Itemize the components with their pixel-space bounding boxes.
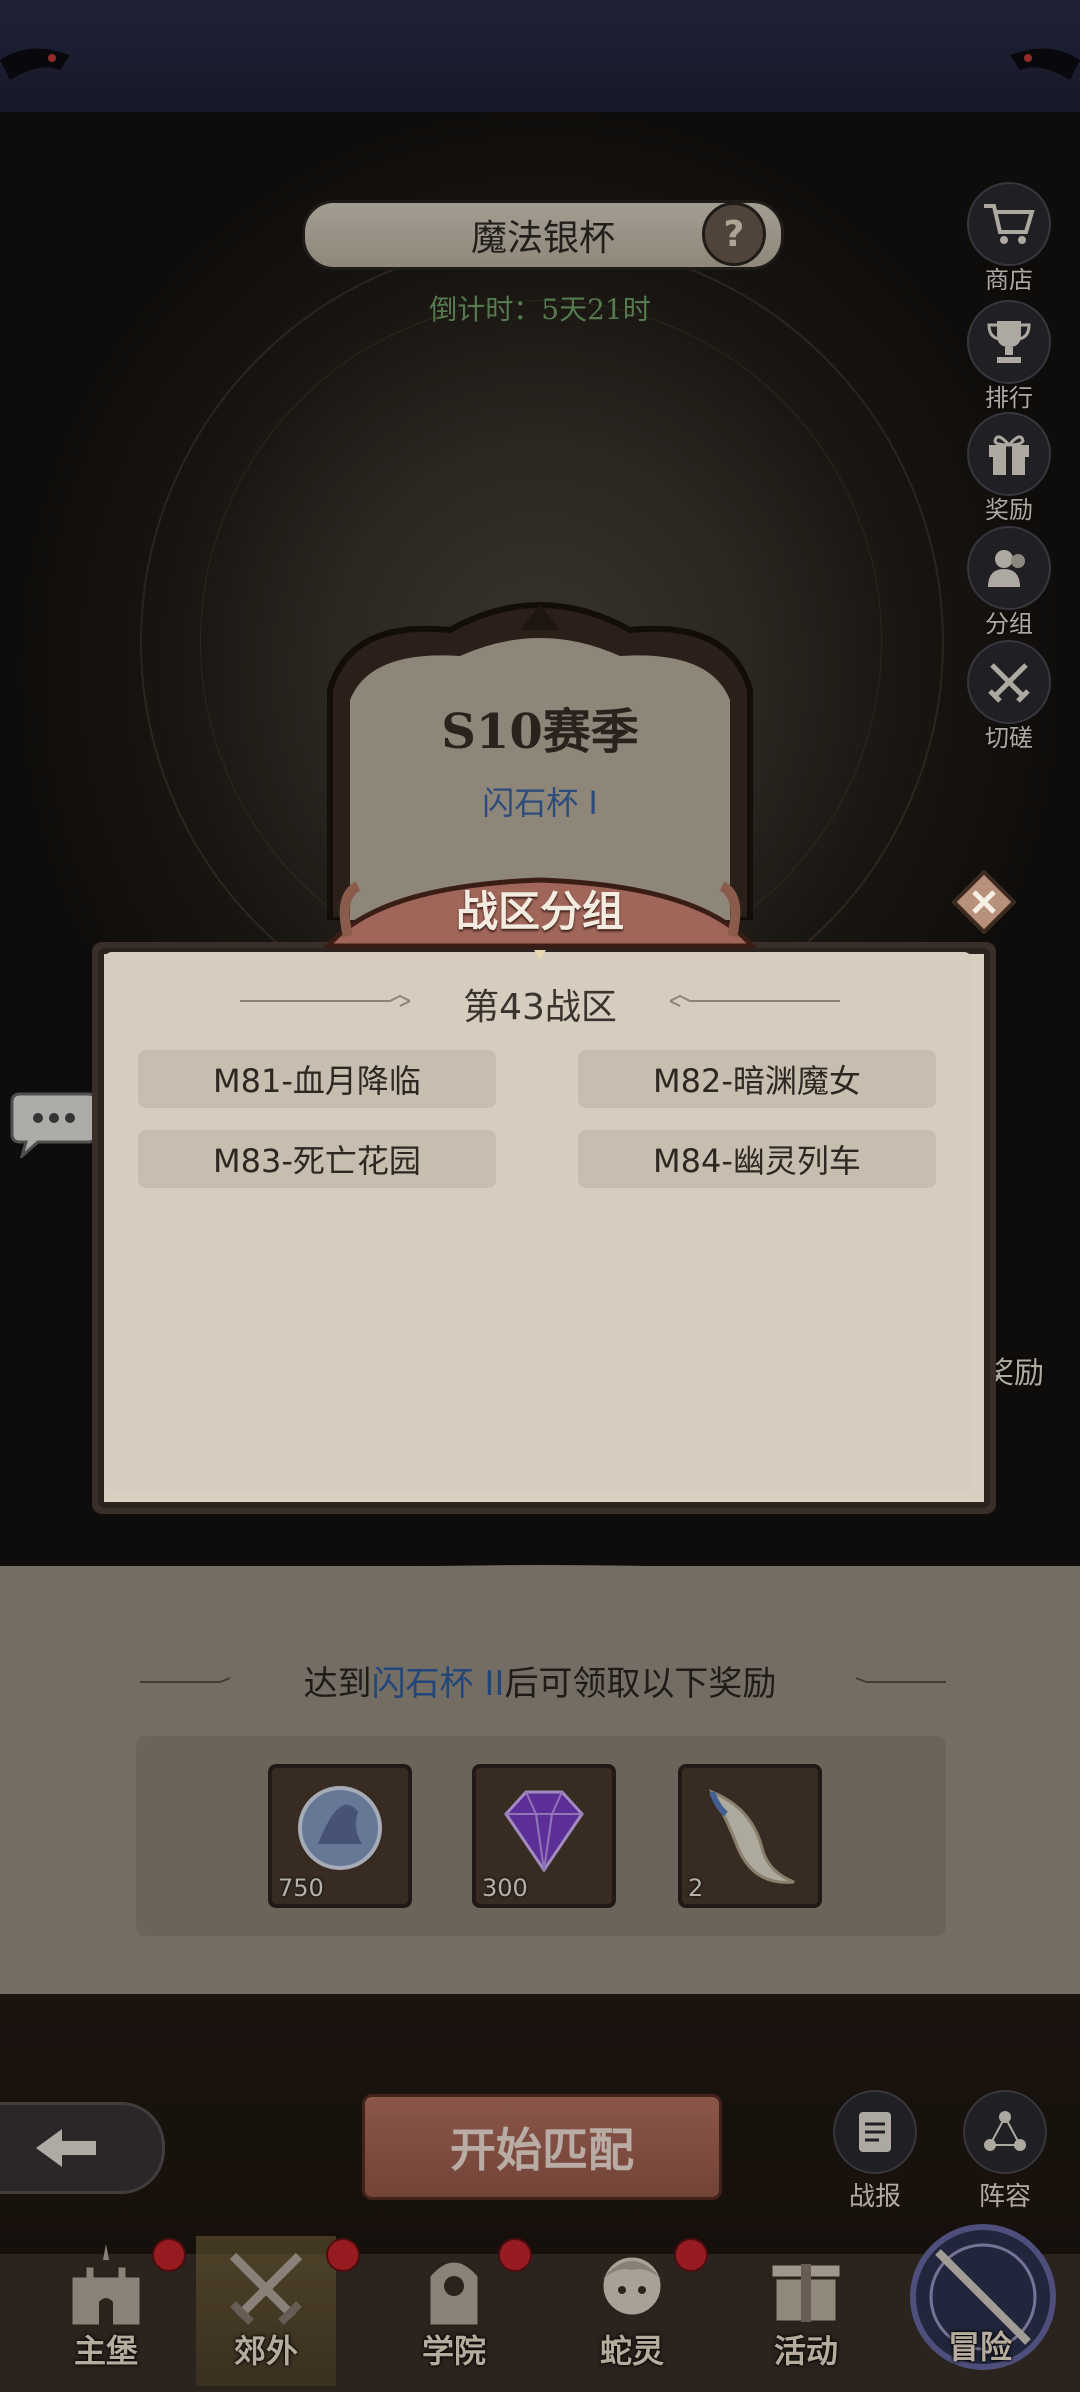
zone-item-label: M82-暗渊魔女	[653, 1062, 861, 1100]
zone-item-label: M84-幽灵列车	[653, 1142, 861, 1180]
zone-item[interactable]: M81-血月降临	[138, 1050, 496, 1108]
zone-item[interactable]: M83-死亡花园	[138, 1130, 496, 1188]
dialog-content	[104, 952, 972, 1492]
zone-item-label: M83-死亡花园	[213, 1142, 421, 1180]
dialog-title: 战区分组	[455, 887, 624, 936]
zone-item[interactable]: M84-幽灵列车	[578, 1130, 936, 1188]
zone-item-label: M81-血月降临	[213, 1062, 421, 1100]
zone-item[interactable]: M82-暗渊魔女	[578, 1050, 936, 1108]
divider-right	[670, 994, 840, 1007]
close-button[interactable]	[952, 870, 1016, 934]
